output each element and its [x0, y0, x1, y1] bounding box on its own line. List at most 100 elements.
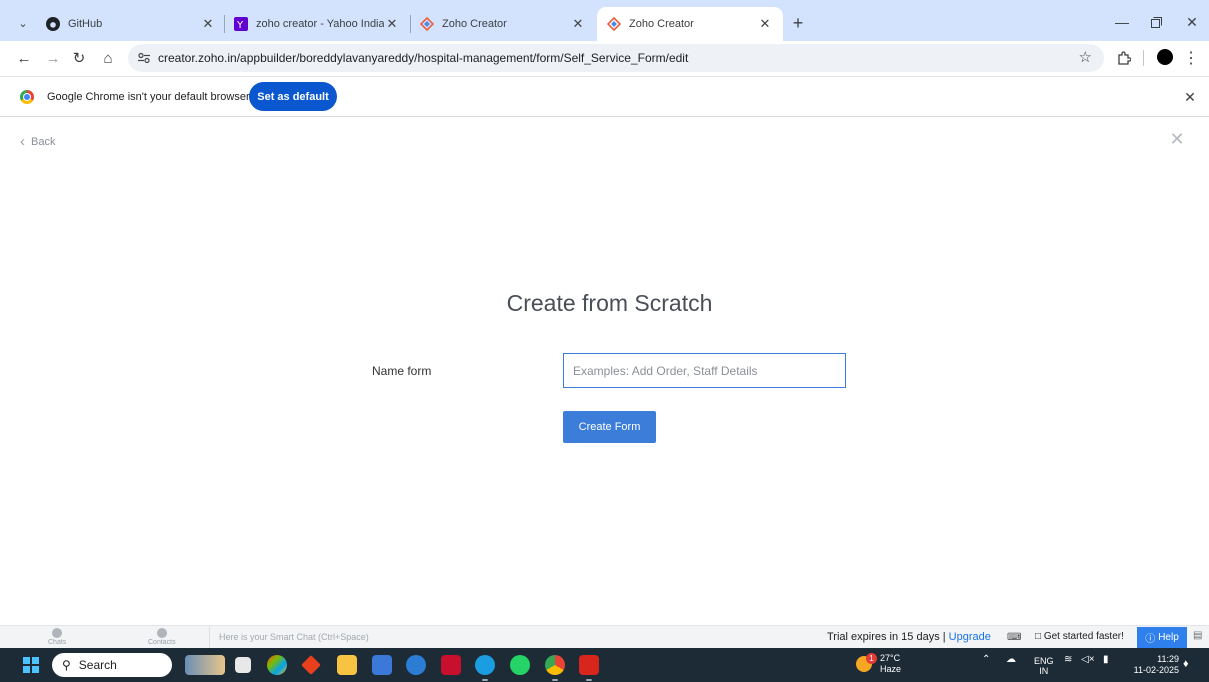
get-started-link[interactable]: □ Get started faster! [1035, 631, 1124, 642]
get-started-label: Get started faster! [1043, 631, 1124, 642]
contacts-button[interactable]: Contacts [148, 628, 176, 646]
windows-taskbar: ⚲ Search 1 27°C Haze ⌃ ☁ ENG IN ≋ ◁× ▮ 1… [0, 648, 1209, 682]
acrobat-icon[interactable] [579, 655, 599, 681]
system-clock[interactable]: 11:29 11-02-2025 [1127, 654, 1179, 676]
volume-muted-icon[interactable]: ◁× [1081, 654, 1095, 665]
tab-title: Zoho Creator [442, 18, 507, 30]
weather-sun-icon: 1 [856, 653, 877, 672]
tab-zoho-creator-active[interactable]: Zoho Creator ✕ [597, 7, 783, 41]
onedrive-cloud-icon[interactable]: ☁ [1006, 654, 1016, 665]
whatsapp-icon[interactable] [510, 655, 530, 675]
minimize-icon[interactable]: — [1107, 10, 1137, 34]
reload-icon[interactable]: ↻ [67, 46, 91, 70]
back-link[interactable]: ‹ Back [20, 133, 55, 150]
new-tab-plus-icon[interactable]: + [787, 12, 809, 34]
zoho-creator-icon [607, 17, 621, 31]
browser-toolbar: ← → ↻ ⌂ creator.zoho.in/appbuilder/bored… [0, 41, 1209, 74]
upgrade-link[interactable]: Upgrade [949, 631, 991, 643]
feedback-icon[interactable]: ▤ [1193, 630, 1202, 641]
github-icon [46, 17, 60, 31]
taskbar-search[interactable]: ⚲ Search [52, 653, 172, 677]
language-line2: IN [1039, 666, 1049, 676]
weather-description: Haze [880, 664, 902, 674]
weather-temperature: 27°C [880, 653, 901, 663]
home-icon[interactable]: ⌂ [96, 46, 120, 70]
language-line1: ENG [1034, 656, 1054, 666]
browser-tab-strip: ⌄ GitHub ✕ Y zoho creator - Yahoo India … [0, 0, 1209, 41]
toolbar-divider [1143, 50, 1144, 66]
help-app-icon[interactable] [406, 655, 426, 675]
close-tab-icon[interactable]: ✕ [757, 16, 773, 32]
keyboard-icon[interactable]: ⌨ [1007, 632, 1021, 643]
site-settings-icon[interactable] [136, 50, 152, 66]
microsoft-store-icon[interactable] [372, 655, 392, 675]
clock-time: 11:29 [1157, 654, 1179, 664]
close-tab-icon[interactable]: ✕ [570, 16, 586, 32]
restore-icon[interactable] [1141, 10, 1171, 34]
battery-icon[interactable]: ▮ [1103, 654, 1109, 665]
chats-button[interactable]: Chats [48, 628, 66, 646]
copilot-icon[interactable] [267, 655, 287, 675]
zoho-bottom-bar: Chats Contacts Here is your Smart Chat (… [0, 625, 1209, 648]
svg-text:Y: Y [236, 20, 244, 31]
close-tab-icon[interactable]: ✕ [384, 16, 400, 32]
profile-avatar[interactable] [1157, 49, 1173, 65]
tab-search-chevron-icon[interactable]: ⌄ [12, 12, 34, 34]
app-diamond-icon[interactable] [301, 655, 321, 675]
close-window-icon[interactable]: ✕ [1177, 10, 1207, 34]
notification-bell-icon[interactable]: ♦ [1183, 658, 1189, 670]
contacts-icon [156, 628, 167, 638]
forward-arrow-icon[interactable]: → [41, 46, 65, 70]
back-arrow-icon[interactable]: ← [12, 46, 36, 70]
widgets-icon[interactable] [185, 655, 225, 675]
edge-icon[interactable] [475, 655, 495, 681]
tab-yahoo-search[interactable]: Y zoho creator - Yahoo India Sea ✕ [224, 7, 410, 41]
task-view-icon[interactable] [235, 657, 251, 673]
windows-start-icon[interactable] [23, 657, 39, 673]
trial-text: Trial expires in 15 days | [827, 631, 949, 643]
help-button[interactable]: ⓘ Help [1137, 627, 1187, 648]
name-form-label: Name form [372, 364, 432, 378]
close-infobar-icon[interactable]: ✕ [1181, 88, 1199, 106]
wifi-icon[interactable]: ≋ [1064, 654, 1072, 665]
chrome-logo-icon [20, 90, 34, 104]
extensions-puzzle-icon[interactable] [1113, 47, 1135, 69]
tab-title: Zoho Creator [629, 18, 694, 30]
search-icon: ⚲ [62, 658, 71, 672]
url-text[interactable]: creator.zoho.in/appbuilder/boreddylavany… [158, 51, 688, 65]
help-label: Help [1158, 632, 1179, 643]
close-icon[interactable]: ✕ [1166, 128, 1188, 150]
weather-badge: 1 [866, 653, 877, 664]
calendar-icon: □ [1035, 631, 1042, 642]
help-circle-icon: ⓘ [1145, 634, 1156, 645]
tab-zoho-creator[interactable]: Zoho Creator ✕ [410, 7, 596, 41]
default-browser-infobar: Google Chrome isn't your default browser… [0, 76, 1209, 117]
clock-date: 11-02-2025 [1133, 665, 1179, 675]
address-bar[interactable]: creator.zoho.in/appbuilder/boreddylavany… [128, 44, 1104, 72]
chats-label: Chats [48, 639, 67, 646]
file-explorer-icon[interactable] [337, 655, 357, 675]
weather-widget[interactable]: 1 27°C Haze [856, 653, 901, 675]
smart-chat-input[interactable]: Here is your Smart Chat (Ctrl+Space) [209, 626, 809, 648]
taskbar-search-label: Search [78, 658, 117, 672]
chrome-menu-icon[interactable]: ⋮ [1183, 47, 1199, 69]
language-indicator[interactable]: ENG IN [1034, 656, 1054, 676]
chrome-taskbar-icon[interactable] [545, 655, 565, 681]
chat-icon [52, 628, 63, 638]
close-tab-icon[interactable]: ✕ [200, 16, 216, 32]
bookmark-star-icon[interactable]: ☆ [1079, 48, 1092, 66]
yahoo-icon: Y [234, 17, 248, 31]
set-as-default-button[interactable]: Set as default [249, 82, 337, 111]
contacts-label: Contacts [148, 639, 176, 646]
tab-github[interactable]: GitHub ✕ [36, 7, 226, 41]
tab-title: zoho creator - Yahoo India Sea [256, 18, 384, 30]
back-label: Back [31, 135, 56, 148]
show-hidden-icons-chevron-icon[interactable]: ⌃ [982, 654, 990, 665]
mcafee-icon[interactable] [441, 655, 461, 675]
form-name-input[interactable] [563, 353, 846, 388]
tab-title: GitHub [68, 18, 103, 30]
trial-notice: Trial expires in 15 days | Upgrade [827, 631, 991, 643]
infobar-message: Google Chrome isn't your default browser [47, 91, 250, 103]
page-title: Create from Scratch [506, 290, 713, 316]
create-form-button[interactable]: Create Form [563, 411, 656, 443]
